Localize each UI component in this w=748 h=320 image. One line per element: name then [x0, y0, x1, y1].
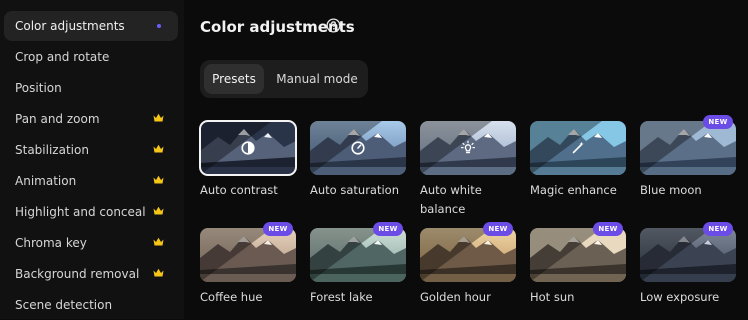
crown-icon: [153, 268, 164, 277]
new-badge: NEW: [263, 222, 293, 236]
preset-auto-contrast[interactable]: Auto contrast: [199, 120, 297, 200]
preset-label: Forest lake: [310, 290, 373, 304]
crown-icon: [153, 206, 164, 215]
sidebar-item-highlight-and-conceal[interactable]: Highlight and conceal: [4, 197, 178, 227]
sidebar-item-position[interactable]: Position: [4, 73, 178, 103]
preset-magic-enhance[interactable]: Magic enhance: [530, 121, 626, 200]
saturation-gauge-icon: [351, 141, 365, 155]
color-adjustments-panel: Color adjustments Crop and rotate Positi…: [0, 0, 748, 319]
sidebar-item-animation[interactable]: Animation: [4, 166, 178, 196]
preset-hot-sun[interactable]: NEW Hot sun: [530, 222, 626, 307]
sidebar-item-label: Chroma key: [15, 236, 87, 250]
preset-label: Low exposure: [640, 290, 720, 304]
preset-thumbnail: [420, 121, 516, 175]
active-dot-icon: [157, 24, 161, 28]
tab-presets[interactable]: Presets: [204, 64, 264, 94]
crown-icon: [153, 237, 164, 246]
preset-thumbnail: [420, 228, 516, 282]
crown-icon: [153, 175, 164, 184]
sidebar-item-chroma-key[interactable]: Chroma key: [4, 228, 178, 258]
magic-wand-icon: [572, 141, 584, 154]
preset-thumbnail: [640, 228, 736, 282]
mode-tabs: Presets Manual mode: [200, 60, 368, 98]
new-badge: NEW: [703, 115, 733, 129]
crown-icon: [153, 144, 164, 153]
new-badge: NEW: [373, 222, 403, 236]
new-badge: NEW: [483, 222, 513, 236]
lightbulb-icon: [461, 140, 475, 154]
sidebar-item-label: Pan and zoom: [15, 112, 100, 126]
sidebar-item-label: Animation: [15, 174, 77, 188]
sidebar: Color adjustments Crop and rotate Positi…: [0, 0, 184, 319]
sidebar-item-crop-and-rotate[interactable]: Crop and rotate: [4, 42, 178, 72]
preset-thumbnail: [530, 121, 626, 175]
crown-icon: [153, 113, 164, 122]
preset-golden-hour[interactable]: NEW Golden hour: [420, 222, 516, 307]
preset-label: Auto contrast: [200, 183, 278, 197]
preset-auto-saturation[interactable]: Auto saturation: [310, 121, 406, 200]
new-badge: NEW: [593, 222, 623, 236]
help-icon[interactable]: [326, 18, 341, 33]
sidebar-item-label: Background removal: [15, 267, 140, 281]
preset-blue-moon[interactable]: NEW Blue moon: [640, 115, 736, 200]
preset-label: Auto saturation: [310, 183, 399, 197]
preset-label: Coffee hue: [200, 290, 263, 304]
sidebar-item-label: Position: [15, 81, 62, 95]
sidebar-item-stabilization[interactable]: Stabilization: [4, 135, 178, 165]
sidebar-item-color-adjustments[interactable]: Color adjustments: [4, 11, 178, 41]
preset-coffee-hue[interactable]: NEW Coffee hue: [200, 222, 296, 307]
preset-thumbnail: [530, 228, 626, 282]
preset-label: Magic enhance: [530, 183, 617, 197]
sidebar-item-background-removal[interactable]: Background removal: [4, 259, 178, 289]
preset-thumbnail: [310, 228, 406, 282]
preset-thumbnail: [200, 228, 296, 282]
sidebar-item-label: Scene detection: [15, 298, 113, 312]
sidebar-item-label: Color adjustments: [15, 19, 125, 33]
sidebar-item-label: Crop and rotate: [15, 50, 110, 64]
preset-thumbnail: [640, 121, 736, 175]
sidebar-item-scene-detection[interactable]: Scene detection: [4, 290, 178, 320]
sidebar-item-pan-and-zoom[interactable]: Pan and zoom: [4, 104, 178, 134]
preset-low-exposure[interactable]: NEW Low exposure: [640, 222, 736, 307]
tab-manual-mode[interactable]: Manual mode: [270, 64, 364, 94]
preset-thumbnail: [199, 120, 297, 176]
preset-forest-lake[interactable]: NEW Forest lake: [310, 222, 406, 307]
preset-thumbnail: [310, 121, 406, 175]
preset-label: Hot sun: [530, 290, 575, 304]
contrast-icon: [241, 141, 255, 155]
preset-label: Blue moon: [640, 183, 702, 197]
sidebar-item-label: Highlight and conceal: [15, 205, 146, 219]
preset-label: Auto white balance: [420, 183, 482, 216]
new-badge: NEW: [703, 222, 733, 236]
preset-label: Golden hour: [420, 290, 491, 304]
sidebar-item-label: Stabilization: [15, 143, 89, 157]
preset-auto-white-balance[interactable]: Auto white balance: [420, 121, 516, 219]
